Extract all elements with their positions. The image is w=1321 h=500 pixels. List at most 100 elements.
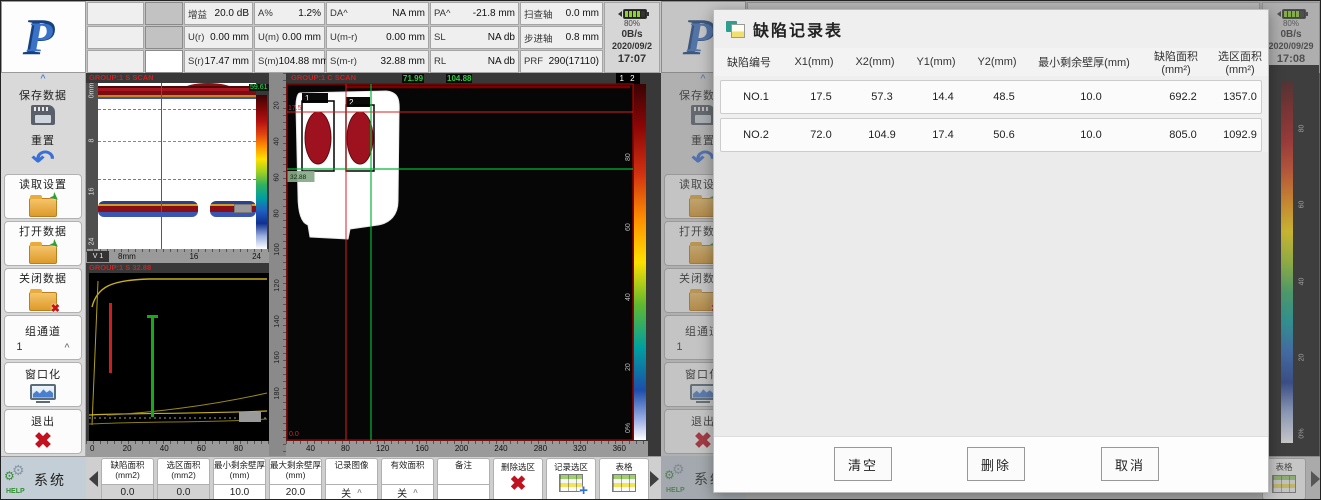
toolbar-scroll-right-icon[interactable] [650,471,659,487]
param-label: 增益 [188,7,207,21]
colorbar-tick: 20 [625,363,632,371]
sidebar-item-label: 窗口化 [25,366,61,382]
sidebar-collapse-caret[interactable]: ^ [4,74,82,83]
param-label: PRF [524,56,543,67]
toolbar-cell-header: 有效面积 [382,459,433,484]
toolbar-scroll-left-icon[interactable] [89,471,98,487]
chevron-up-icon: ^ [413,488,418,497]
ascan-plot[interactable] [89,273,269,441]
param-value: 0.0 mm [566,8,599,19]
axis-tick: 120 [376,444,389,453]
toolbar-button-label: 记录选区 [554,461,588,473]
cscan-view: GROUP:1 C SCAN 71.99 104.88 1 2 [286,73,661,456]
column-header: X2(mm) [844,56,906,68]
axis-tick: 40 [160,444,169,453]
toolbar-cell-value[interactable]: 10.0 [214,484,265,500]
toolbar-cell-value-text: 20.0 [286,487,305,498]
toolbar-cell-value-text: 0.0 [177,487,191,498]
sidebar-item-label: 读取设置 [19,176,67,192]
dual-screen-capture: P P 增益20.0 dBU(r)0.00 mmS(r)17.47 mmA%1.… [0,0,1321,500]
param-value-box[interactable] [145,2,183,25]
param-value: 0.8 mm [566,32,599,43]
cancel-button[interactable]: 取消 [1101,447,1159,481]
channel-number: 1 [16,341,22,353]
clear-button[interactable]: 清空 [834,447,892,481]
system-menu-button[interactable]: ⚙⚙ HELP 系统 [1,457,86,500]
axis-tick: 120 [271,279,280,292]
monitor-screen [30,384,56,400]
group-channel-value[interactable]: 1^ [16,341,69,353]
toolbar-cell-3[interactable]: 最小剩余壁厚(mm)10.0 [213,458,266,500]
toolbar-cell-header: 最小剩余壁厚(mm) [214,459,265,484]
scan-cursor[interactable] [161,83,162,249]
table-button[interactable]: 表格 [599,458,649,500]
sidebar-item-6[interactable]: 组通道1^ [4,315,82,360]
axis-tick: 24 [252,252,261,261]
param-cell: 增益20.0 dB [184,2,253,25]
sidebar-item-2[interactable]: 重置 [4,129,82,172]
red-gate-bar [109,303,112,373]
remark-input[interactable] [438,484,489,500]
dialog-title: 缺陷记录表 [753,17,843,41]
record-selection-button[interactable]: 记录选区 [546,458,596,500]
toolbar-cell-4[interactable]: 最大剩余壁厚(mm) 20.0 [269,458,322,500]
axis-tick: 80 [341,444,350,453]
param-value: 0.00 mm [386,32,425,43]
toolbar-cell-value[interactable]: 关^ [382,484,433,500]
gain-range-column [86,1,183,73]
sidebar-item-3[interactable]: 读取设置 [4,174,82,219]
param-value: NA mm [392,8,425,19]
sidebar-item-5[interactable]: 关闭数据 [4,268,82,313]
gate-line-red [98,179,256,180]
sidebar: ^ 保存数据重置读取设置打开数据关闭数据组通道1^ 窗口化退出 [1,73,86,456]
delete-selection-button[interactable]: 删除选区 [493,458,543,500]
param-value: NA db [488,32,515,43]
help-icon[interactable]: ⚙⚙ HELP [4,465,30,495]
cscan-title: GROUP:1 C SCAN [291,73,356,82]
gate-readout: 32.88 [290,174,307,181]
param-label: S(m) [258,56,279,67]
sidebar-item-4[interactable]: 打开数据 [4,221,82,266]
sidebar-item-8[interactable]: 退出 [4,409,82,454]
gate-line-green [98,141,256,142]
sidebar-item-1[interactable]: 保存数据 [4,84,82,127]
toolbar-cell-value[interactable]: 20.0 [270,484,321,500]
green-gate-bar [151,317,154,417]
sscan-x-axis: V 1 8mm1624 [86,249,269,263]
toolbar-cell-7[interactable]: 备注 [437,458,490,500]
axis-tick: 200 [455,444,468,453]
axis-tick: 0 [90,444,94,453]
defect2-blob [347,112,373,164]
colorbar-tick: 40 [625,293,632,301]
toolbar-cell-5[interactable]: 记录图像关^ [325,458,378,500]
cscan-plot[interactable]: 1 2 17.5 32.88 0.0 806040200% [286,83,648,441]
column-header: Y2(mm) [966,56,1028,68]
defect-cell: NO.1 [721,91,791,103]
param-value: 32.88 mm [381,56,425,67]
column-header: X1(mm) [784,56,844,68]
sidebar-item-7[interactable]: 窗口化 [4,362,82,407]
record-selection-icon [559,474,583,492]
param-label [87,50,144,73]
instrument-screen-right: P P 80% 0B/s 2020/09/29 17:08 ^ 保存数据重置读取… [661,1,1321,500]
param-cell: 步进轴0.8 mm [520,26,603,49]
axis-tick: 80 [234,444,243,453]
bottom-toolbar: ⚙⚙ HELP 系统 缺陷面积(mm2)0.0选区面积(mm2)0.0最小剩余壁… [1,456,661,500]
peak-readout: 59.61 [249,84,269,91]
defect-row-2[interactable]: NO.272.0104.917.450.610.0805.01092.9 [720,118,1262,152]
defect-row-1[interactable]: NO.117.557.314.448.510.0692.21357.0 [720,80,1262,114]
param-value-box[interactable] [145,50,183,73]
notes-icon [726,21,745,38]
param-value-box[interactable] [145,26,183,49]
param-label: 扫查轴 [524,7,553,21]
dialog-titlebar: 缺陷记录表 [714,10,1268,48]
exit-icon [34,431,52,451]
delete-button[interactable]: 删除 [967,447,1025,481]
logo-p-icon: P P [15,8,73,66]
toolbar-cell-header: 最大剩余壁厚(mm) [270,459,321,484]
toolbar-cell-6[interactable]: 有效面积关^ [381,458,434,500]
axis-tick: 60 [272,173,281,181]
sscan-plot[interactable] [98,83,256,249]
toolbar-cell-value[interactable]: 关^ [326,484,377,500]
axis-tick: 16 [88,187,95,195]
